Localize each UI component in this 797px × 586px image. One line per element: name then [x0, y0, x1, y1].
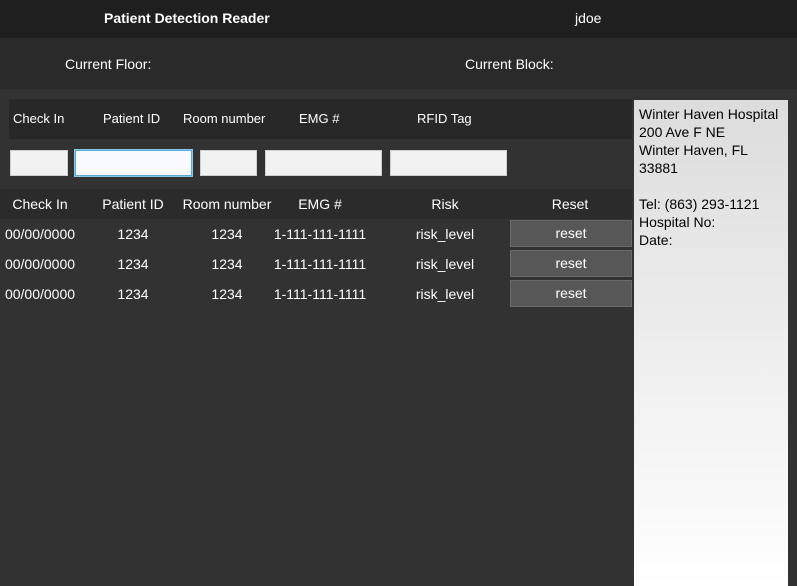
- patient-id-filter-input[interactable]: [75, 150, 192, 176]
- current-floor-label: Current Floor:: [65, 56, 152, 72]
- room-number-cell: 1234: [211, 286, 243, 302]
- filter-row: [9, 139, 632, 189]
- title-bar: Patient Detection Reader jdoe: [0, 0, 797, 38]
- risk-cell: risk_level: [415, 286, 475, 302]
- room-number-filter-input[interactable]: [200, 150, 257, 176]
- check-in-cell: 00/00/0000: [4, 286, 76, 302]
- reset-button[interactable]: reset: [510, 220, 632, 247]
- table-row[interactable]: 00/00/0000 1234 1234 1-111-111-1111 risk…: [0, 249, 632, 279]
- hospital-street: 200 Ave F NE: [639, 124, 726, 140]
- date-label: Date:: [639, 232, 673, 248]
- column-header-patient-id[interactable]: Patient ID: [102, 196, 163, 212]
- room-number-cell: 1234: [211, 256, 243, 272]
- emg-filter-input[interactable]: [265, 150, 382, 176]
- filter-label-patient-id: Patient ID: [103, 111, 161, 126]
- app-title: Patient Detection Reader: [104, 10, 270, 26]
- reset-button[interactable]: reset: [510, 280, 632, 307]
- emg-cell: 1-111-111-1111: [273, 286, 367, 302]
- table-row[interactable]: 00/00/0000 1234 1234 1-111-111-1111 risk…: [0, 279, 632, 309]
- check-in-filter-input[interactable]: [10, 150, 68, 176]
- column-header-room-number[interactable]: Room number: [183, 196, 272, 212]
- current-user[interactable]: jdoe: [575, 10, 601, 26]
- hospital-info-panel: Winter Haven Hospital 200 Ave F NE Winte…: [634, 100, 788, 586]
- patient-id-cell: 1234: [117, 286, 149, 302]
- reset-button[interactable]: reset: [510, 250, 632, 277]
- patient-id-cell: 1234: [117, 226, 149, 242]
- column-header-emg[interactable]: EMG #: [298, 196, 342, 212]
- hospital-city: Winter Haven, FL 33881: [639, 142, 752, 176]
- risk-cell: risk_level: [415, 226, 475, 242]
- hospital-number-label: Hospital No:: [639, 214, 716, 230]
- patient-id-cell: 1234: [117, 256, 149, 272]
- filter-header: Check In Patient ID Room number EMG # RF…: [9, 99, 632, 139]
- location-bar: Current Floor: Current Block:: [0, 38, 797, 89]
- column-header-reset: Reset: [551, 196, 589, 212]
- patient-table-header: Check In Patient ID Room number EMG # Ri…: [0, 189, 632, 219]
- filter-label-room-number: Room number: [183, 111, 266, 126]
- filter-label-check-in: Check In: [13, 111, 65, 126]
- emg-cell: 1-111-111-1111: [273, 256, 367, 272]
- filter-label-emg: EMG #: [299, 111, 340, 126]
- hospital-tel: Tel: (863) 293-1121: [639, 196, 760, 212]
- filter-label-rfid-tag: RFID Tag: [417, 111, 472, 126]
- rfid-tag-filter-input[interactable]: [390, 150, 507, 176]
- emg-cell: 1-111-111-1111: [273, 226, 367, 242]
- check-in-cell: 00/00/0000: [4, 226, 76, 242]
- room-number-cell: 1234: [211, 226, 243, 242]
- column-header-risk[interactable]: Risk: [431, 196, 458, 212]
- hospital-name: Winter Haven Hospital: [639, 106, 779, 122]
- current-block-label: Current Block:: [465, 56, 554, 72]
- column-header-check-in[interactable]: Check In: [12, 196, 67, 212]
- risk-cell: risk_level: [415, 256, 475, 272]
- check-in-cell: 00/00/0000: [4, 256, 76, 272]
- table-row[interactable]: 00/00/0000 1234 1234 1-111-111-1111 risk…: [0, 219, 632, 249]
